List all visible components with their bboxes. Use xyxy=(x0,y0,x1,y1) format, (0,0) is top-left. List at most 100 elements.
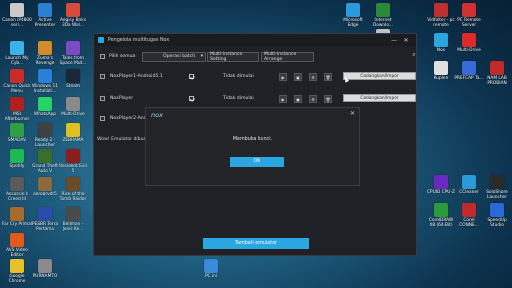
desktop-icon[interactable]: Bellman - Jenis Ke... xyxy=(58,205,88,232)
app-icon xyxy=(434,175,448,189)
desktop-icon[interactable]: Active Presenter xyxy=(30,1,60,28)
desktop-icon-label: aerobrvdr5 xyxy=(33,192,57,197)
app-icon xyxy=(66,3,80,17)
desktop-icon[interactable]: Ready 2 - Launcher xyxy=(30,121,60,148)
desktop-icon[interactable]: Far Cry Primal xyxy=(2,205,32,227)
root-checkbox[interactable] xyxy=(189,74,194,79)
settings-icon[interactable]: ⚙ xyxy=(309,73,317,81)
desktop-icon-label: Assassin's Creed III xyxy=(6,192,28,202)
toolbar: Pilih semua Operasi batch ▾ Multi-instan… xyxy=(97,50,413,63)
desktop-icon[interactable]: Canon iP4800 seri... xyxy=(2,1,32,28)
desktop-icon[interactable]: aerobrvdr5 xyxy=(30,175,60,197)
app-icon xyxy=(462,175,476,189)
desktop-icon[interactable]: CCleaner xyxy=(454,173,484,195)
settings-icon[interactable]: ⚙ xyxy=(309,95,317,103)
play-icon[interactable]: ▶ xyxy=(279,95,287,103)
desktop-icon[interactable]: PESBR Terra Pertama xyxy=(30,205,60,232)
desktop-icon[interactable]: MSI Afterburner xyxy=(2,95,32,122)
desktop-icon-label: Canon Quick Menu xyxy=(3,84,31,94)
search-icon[interactable]: ⌕ xyxy=(410,50,418,60)
desktop-icon-label: Microsoft Edge xyxy=(343,18,363,28)
screen-icon[interactable]: ▣ xyxy=(294,73,302,81)
desktop-icon[interactable]: SoloShare Launcher xyxy=(482,173,512,200)
trash-icon[interactable]: 🗑 xyxy=(324,95,332,103)
desktop-icon[interactable]: Aegisy Bnks 3Da Wal... xyxy=(58,1,88,28)
app-icon xyxy=(462,3,476,17)
desktop-icon-label: Windows 11 Installati... xyxy=(31,84,58,94)
play-icon[interactable]: ▶ xyxy=(279,73,287,81)
desktop-icon[interactable]: Windows 11 Installati... xyxy=(30,67,60,94)
desktop-icon[interactable]: CorelDRAW X8 (64-Bit) xyxy=(426,201,456,228)
batch-operation-dropdown[interactable]: Operasi batch ▾ xyxy=(142,51,206,62)
dialog-close-button[interactable]: ✕ xyxy=(350,110,355,117)
app-icon xyxy=(376,3,390,17)
close-button[interactable]: ✕ xyxy=(400,37,412,44)
desktop-icon[interactable]: Multi-Drive xyxy=(58,95,88,117)
desktop-icon-label: Resident Evil 5 xyxy=(59,164,87,174)
select-all-checkbox[interactable] xyxy=(100,54,105,59)
app-icon xyxy=(66,69,80,83)
app-icon xyxy=(10,41,24,55)
app-icon xyxy=(10,233,24,247)
desktop-icon[interactable]: Vidfolter - pc remote xyxy=(426,1,456,28)
instance-status: Tidak dimulai xyxy=(223,96,254,101)
desktop-icon[interactable]: Tales from Space Mut... xyxy=(58,39,88,66)
desktop-icon[interactable]: Resident Evil 5 xyxy=(58,147,88,174)
backup-import-button[interactable]: Cadangkan/Impor xyxy=(343,94,416,102)
multi-instance-setting-button[interactable]: Multi-instance Setting xyxy=(207,51,259,62)
desktop-icon[interactable]: WhatsApp xyxy=(30,95,60,117)
multi-instance-arrange-button[interactable]: Multi-instance Arrange xyxy=(261,51,314,62)
desktop-icon[interactable]: Assassin's Creed III xyxy=(2,175,32,202)
app-icon xyxy=(10,149,24,163)
desktop-icon[interactable]: Spotify xyxy=(2,147,32,169)
desktop-icon[interactable]: AVS Video Editor xyxy=(2,231,32,258)
desktop-icon[interactable]: Multi-Drive xyxy=(454,31,484,53)
desktop-icon[interactable]: Corel CONNE... xyxy=(454,201,484,228)
trash-icon[interactable]: 🗑 xyxy=(324,73,332,81)
desktop-icon[interactable]: Kuplen xyxy=(426,59,456,81)
desktop-icon-label: Steam xyxy=(66,84,80,89)
desktop-icon[interactable]: Microsoft Edge xyxy=(338,1,368,28)
desktop-icon[interactable]: PREFCAP Ta... xyxy=(454,59,484,81)
desktop-icon[interactable]: SpeedUp Studio xyxy=(482,201,512,228)
minimize-button[interactable]: — xyxy=(388,37,400,44)
desktop-icon[interactable]: CPUID CPU-Z xyxy=(426,173,456,195)
desktop-icon[interactable]: Launch My Cyb... xyxy=(2,39,32,66)
desktop-icon[interactable]: Rise of the Tomb Raider xyxy=(58,175,88,202)
add-emulator-button[interactable]: Tambah emulator xyxy=(203,238,309,249)
screen-icon[interactable]: ▣ xyxy=(294,95,302,103)
app-icon xyxy=(10,123,24,137)
app-icon xyxy=(462,203,476,217)
desktop-icon-label: Aegisy Bnks 3Da Wal... xyxy=(60,18,86,28)
desktop-icon[interactable]: NAM LAB PROBIAN xyxy=(482,59,512,86)
app-icon xyxy=(10,207,24,221)
backup-import-button[interactable]: Cadangkan/Impor xyxy=(343,72,416,80)
instance-checkbox[interactable] xyxy=(100,116,105,121)
desktop-icon[interactable]: Steam xyxy=(58,67,88,89)
app-icon xyxy=(66,207,80,221)
instance-checkbox[interactable] xyxy=(100,74,105,79)
app-icon xyxy=(38,149,52,163)
desktop-icon[interactable]: Nox xyxy=(426,31,456,53)
desktop-icon-label: Multi-Drive xyxy=(61,112,85,117)
desktop-icon-label: Bellman - Jenis Ke... xyxy=(62,222,84,232)
nox-logo: nox xyxy=(151,111,163,119)
desktop-icon[interactable]: SMADAV xyxy=(2,121,32,143)
desktop-icon-label: Rise of the Tomb Raider xyxy=(59,192,87,202)
desktop-icon-label: PREFCAP Ta... xyxy=(454,76,484,81)
desktop-icon-label: Multi-Drive xyxy=(457,48,481,53)
desktop-icon[interactable]: ZEBRAMA xyxy=(58,121,88,143)
status-message: Wow! Emulator dibuat xyxy=(97,137,149,142)
desktop-icon[interactable]: PC Remote Server xyxy=(454,1,484,28)
desktop-icon[interactable]: PC ini xyxy=(196,257,226,279)
desktop-icon[interactable]: Zuma's Revenge xyxy=(30,39,60,66)
desktop-icon[interactable]: Canon Quick Menu xyxy=(2,67,32,94)
desktop-icon[interactable]: Google Chrome xyxy=(2,257,32,284)
instance-checkbox[interactable] xyxy=(100,96,105,101)
desktop-icon[interactable]: Internet Downlo... xyxy=(368,1,398,28)
desktop-icon[interactable]: PURNAMTO xyxy=(30,257,60,279)
ok-button[interactable]: OK xyxy=(230,157,284,167)
app-icon xyxy=(490,61,504,75)
desktop-icon[interactable]: Grand Theft Auto V xyxy=(30,147,60,174)
root-checkbox[interactable] xyxy=(189,96,194,101)
